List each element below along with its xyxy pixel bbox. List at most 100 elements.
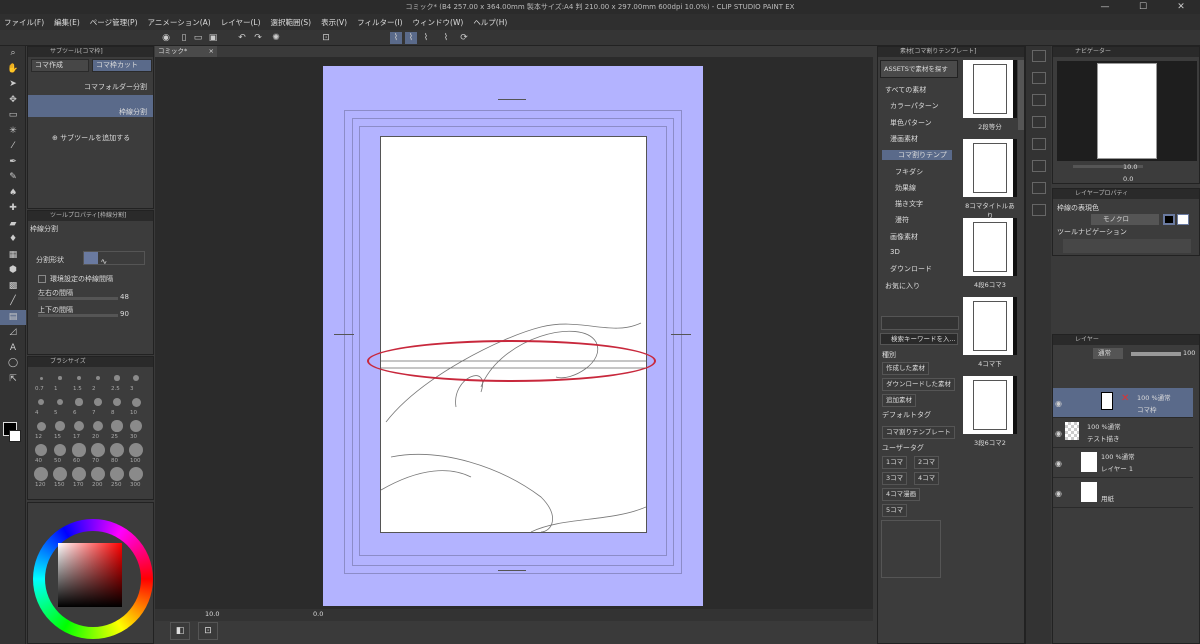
- figure-icon[interactable]: ⬢: [0, 263, 26, 279]
- saturation-value-square[interactable]: [58, 543, 122, 607]
- print-icon[interactable]: ▣: [207, 32, 219, 44]
- kind-button[interactable]: ダウンロードした素材: [882, 378, 955, 391]
- split-shape-selector[interactable]: ∿: [83, 251, 145, 266]
- rotation-value[interactable]: 0.0: [313, 610, 323, 618]
- material-tree-item[interactable]: コマ割りテンプ: [882, 150, 952, 161]
- user-tag-button[interactable]: 3コマ: [882, 472, 908, 485]
- zoom-value[interactable]: 10.0: [205, 610, 219, 618]
- brush-size-preset[interactable]: [72, 443, 86, 457]
- material-tree-item[interactable]: 描き文字: [895, 199, 923, 209]
- panel-icon-4[interactable]: [1032, 116, 1046, 128]
- snap-ruler-icon[interactable]: ⌇: [390, 32, 402, 44]
- brush-size-preset[interactable]: [75, 398, 83, 406]
- snap-special-icon[interactable]: ⌇: [405, 32, 417, 44]
- template-thumbnail[interactable]: [963, 139, 1017, 197]
- menu-selection[interactable]: 選択範囲(S): [271, 17, 312, 28]
- brush-size-preset[interactable]: [110, 443, 124, 457]
- template-thumbnail[interactable]: [963, 297, 1017, 355]
- tag-frame-template[interactable]: コマ割りテンプレート: [882, 426, 955, 439]
- crop-icon[interactable]: ⊡: [320, 32, 332, 44]
- eye-icon[interactable]: ◉: [1055, 399, 1062, 408]
- lr-gap-slider[interactable]: [38, 297, 118, 300]
- brush-size-preset[interactable]: [34, 467, 48, 481]
- menu-page[interactable]: ページ管理(P): [90, 17, 138, 28]
- brush-size-preset[interactable]: [58, 376, 62, 380]
- brush-size-preset[interactable]: [38, 399, 44, 405]
- panel-icon-6[interactable]: [1032, 160, 1046, 172]
- brush-size-preset[interactable]: [112, 397, 122, 407]
- balloon-icon[interactable]: ◯: [0, 356, 26, 372]
- refresh-icon[interactable]: ⟳: [458, 32, 470, 44]
- pen-tool-icon[interactable]: ✒: [0, 155, 26, 171]
- sub-color-swatch[interactable]: [9, 430, 21, 442]
- material-tree-item[interactable]: お気に入り: [885, 281, 920, 291]
- pencil-tool-icon[interactable]: ✎: [0, 170, 26, 186]
- toolnav-buttons[interactable]: [1063, 239, 1191, 253]
- brush-size-preset[interactable]: [95, 375, 101, 381]
- layer-row-layer1[interactable]: ◉ 100 %通常 レイヤー 1: [1053, 448, 1193, 478]
- hand-tool-icon[interactable]: ✋: [0, 62, 26, 78]
- menu-window[interactable]: ウィンドウ(W): [413, 17, 464, 28]
- app-icon[interactable]: ◉: [160, 32, 172, 44]
- menu-layer[interactable]: レイヤー(L): [221, 17, 261, 28]
- menu-view[interactable]: 表示(V): [321, 17, 347, 28]
- nav-zoom-value[interactable]: 10.0: [1123, 163, 1137, 171]
- user-tag-button[interactable]: 2コマ: [914, 456, 940, 469]
- template-thumbnail[interactable]: [963, 218, 1017, 276]
- menu-file[interactable]: ファイル(F): [4, 17, 44, 28]
- minimize-icon[interactable]: —: [1086, 0, 1124, 14]
- tab-frame-cut[interactable]: コマ枠カット: [92, 59, 152, 72]
- brush-size-preset[interactable]: [72, 467, 86, 481]
- menu-help[interactable]: ヘルプ(H): [473, 17, 507, 28]
- brush-size-preset[interactable]: [129, 467, 143, 481]
- panel-icon-1[interactable]: [1032, 50, 1046, 62]
- material-scrollbar[interactable]: [1018, 60, 1024, 130]
- panel-icon-8[interactable]: [1032, 204, 1046, 216]
- brush-size-preset[interactable]: [94, 398, 102, 406]
- navigator-preview[interactable]: [1057, 61, 1197, 161]
- straight-shape-icon[interactable]: [84, 252, 98, 264]
- material-tree-item[interactable]: フキダシ: [895, 167, 923, 177]
- brush-size-preset[interactable]: [114, 375, 120, 381]
- brush-size-preset[interactable]: [131, 397, 141, 407]
- add-subtool[interactable]: ⊕ サブツールを追加する: [52, 133, 130, 143]
- brush-size-preset[interactable]: [76, 375, 82, 381]
- blend-mode-select[interactable]: 通常: [1093, 348, 1123, 359]
- brush-size-preset[interactable]: [133, 375, 139, 381]
- brush-size-preset[interactable]: [92, 420, 104, 432]
- frame-border-icon[interactable]: ▤: [0, 309, 26, 325]
- menu-filter[interactable]: フィルター(I): [357, 17, 402, 28]
- brush-size-preset[interactable]: [91, 467, 105, 481]
- brush-size-preset[interactable]: [91, 443, 105, 457]
- material-tree-item[interactable]: 3D: [890, 248, 900, 256]
- move-tool-icon[interactable]: ✥: [0, 93, 26, 109]
- eye-icon[interactable]: ◉: [1055, 429, 1062, 438]
- brush-size-preset[interactable]: [55, 421, 65, 431]
- brush-size-preset[interactable]: [110, 467, 124, 481]
- airbrush-icon[interactable]: ✚: [0, 201, 26, 217]
- black-swatch[interactable]: [1163, 214, 1175, 225]
- fill-icon[interactable]: ♦: [0, 232, 26, 248]
- brush-tool-icon[interactable]: ♠: [0, 186, 26, 202]
- material-tree-item[interactable]: 漫符: [895, 215, 909, 225]
- brush-size-preset[interactable]: [36, 421, 46, 431]
- eraser-icon[interactable]: ▰: [0, 217, 26, 233]
- brush-size-preset[interactable]: [53, 443, 67, 457]
- eye-icon[interactable]: ◉: [1055, 489, 1062, 498]
- material-tree-item[interactable]: 画像素材: [890, 232, 918, 242]
- brush-size-preset[interactable]: [73, 420, 85, 432]
- wave-shape-icon[interactable]: ∿: [101, 257, 108, 266]
- user-tag-button[interactable]: 4コマ: [914, 472, 940, 485]
- material-tree-item[interactable]: 効果線: [895, 183, 916, 193]
- tab-frame-create[interactable]: コマ作成: [31, 59, 89, 72]
- layer-row-paper[interactable]: ◉ 用紙: [1053, 478, 1193, 508]
- material-tree-item[interactable]: ダウンロード: [890, 264, 932, 274]
- kind-button[interactable]: 作成した素材: [882, 362, 929, 375]
- lr-gap-value[interactable]: 48: [120, 293, 129, 301]
- brush-size-preset[interactable]: [35, 444, 47, 456]
- manga-page[interactable]: [380, 136, 647, 533]
- brush-size-preset[interactable]: [111, 420, 123, 432]
- eye-icon[interactable]: ◉: [1055, 459, 1062, 468]
- eyedropper-icon[interactable]: ⁄: [0, 139, 26, 155]
- opacity-value[interactable]: 100: [1183, 349, 1195, 357]
